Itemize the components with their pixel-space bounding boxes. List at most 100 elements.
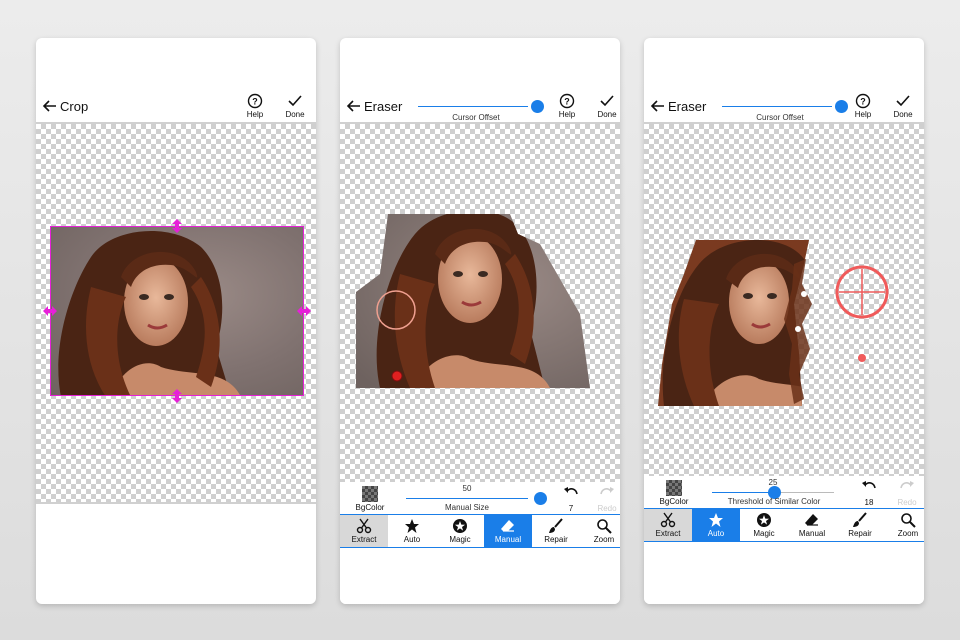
- help-icon: ?: [247, 93, 263, 109]
- eraser-icon: [805, 514, 818, 526]
- eraser-toolbar: Eraser Cursor Offset ? Help Done: [644, 90, 924, 124]
- crop-handle-left-icon[interactable]: [42, 303, 58, 319]
- target-cursor-dot[interactable]: [858, 354, 866, 362]
- undo-button[interactable]: 18: [854, 479, 884, 507]
- tool-magic[interactable]: Magic: [436, 515, 484, 547]
- tool-label: Manual: [494, 535, 522, 544]
- zoom-icon: [901, 513, 916, 528]
- crop-photo: [50, 226, 304, 396]
- portrait-image: [58, 231, 240, 395]
- done-label: Done: [285, 110, 305, 119]
- redo-label: Redo: [897, 498, 917, 507]
- tool-zoom[interactable]: Zoom: [580, 515, 620, 547]
- star-icon: [709, 513, 723, 527]
- eraser-cursor-dot[interactable]: [391, 370, 403, 382]
- threshold-slider[interactable]: 25 Threshold of Similar Color: [708, 478, 858, 506]
- tool-extract[interactable]: Extract: [340, 515, 388, 547]
- done-label: Done: [597, 110, 617, 119]
- slider-knob[interactable]: [531, 100, 544, 113]
- undo-icon: [564, 487, 578, 495]
- tool-label: Manual: [798, 529, 826, 538]
- magic-icon: [453, 519, 467, 533]
- help-label: Help: [558, 110, 576, 119]
- slider-track-rest: [772, 492, 834, 493]
- eraser-bottom-panel: BgColor 50 Manual Size 7 Redo Extract Au…: [340, 482, 620, 604]
- crop-toolbar: Crop ? Help Done: [36, 90, 316, 124]
- tool-bar: Extract Auto Magic Manual Repair Zoom: [644, 508, 924, 542]
- redo-button[interactable]: Redo: [892, 479, 922, 507]
- bgcolor-label: BgColor: [659, 497, 689, 506]
- back-arrow-icon[interactable]: [42, 98, 58, 114]
- undo-button[interactable]: 7: [556, 485, 586, 513]
- threshold-label: Threshold of Similar Color: [727, 497, 821, 506]
- slider-track: [722, 106, 832, 107]
- help-button[interactable]: ? Help: [240, 93, 270, 119]
- cursor-offset-slider[interactable]: Cursor Offset: [416, 94, 546, 122]
- tool-label: Auto: [403, 535, 421, 544]
- tool-zoom[interactable]: Zoom: [884, 509, 924, 541]
- help-button[interactable]: ? Help: [848, 93, 878, 119]
- crop-handle-top-icon[interactable]: [169, 218, 185, 234]
- checker-icon: [666, 480, 682, 496]
- bgcolor-button[interactable]: BgColor: [348, 486, 392, 512]
- tool-label: Auto: [707, 529, 725, 538]
- eraser-auto-screen: Eraser Cursor Offset ? Help Done BgColor…: [644, 38, 924, 604]
- slider-knob[interactable]: [835, 100, 848, 113]
- tool-label: Zoom: [593, 535, 615, 544]
- undo-count: 7: [568, 504, 574, 513]
- check-icon: [600, 95, 614, 107]
- tool-magic[interactable]: Magic: [740, 509, 788, 541]
- brush-icon: [853, 512, 867, 527]
- back-arrow-icon[interactable]: [346, 98, 362, 114]
- tool-bar: Extract Auto Magic Manual Repair Zoom: [340, 514, 620, 548]
- page-title: Crop: [60, 99, 89, 114]
- cursor-offset-label: Cursor Offset: [452, 113, 500, 122]
- eraser-toolbar: Eraser Cursor Offset ? Help Done: [340, 90, 620, 124]
- tool-label: Repair: [848, 529, 872, 538]
- tool-auto[interactable]: Auto: [692, 509, 740, 541]
- eraser-canvas[interactable]: [340, 124, 620, 482]
- crop-canvas[interactable]: [36, 124, 316, 502]
- manual-size-slider[interactable]: 50 Manual Size: [402, 484, 552, 512]
- scissors-icon: [660, 512, 676, 528]
- done-button[interactable]: Done: [888, 93, 918, 119]
- tool-manual[interactable]: Manual: [484, 515, 532, 547]
- tool-manual[interactable]: Manual: [788, 509, 836, 541]
- crop-handle-right-icon[interactable]: [296, 303, 312, 319]
- help-label: Help: [246, 110, 264, 119]
- tool-label: Extract: [655, 529, 681, 538]
- tool-label: Zoom: [897, 529, 919, 538]
- size-label: Manual Size: [444, 503, 490, 512]
- done-button[interactable]: Done: [280, 93, 310, 119]
- check-icon: [896, 95, 910, 107]
- tool-auto[interactable]: Auto: [388, 515, 436, 547]
- crop-handle-bottom-icon[interactable]: [169, 388, 185, 404]
- bgcolor-button[interactable]: BgColor: [652, 480, 696, 506]
- tool-repair[interactable]: Repair: [532, 515, 580, 547]
- help-button[interactable]: ? Help: [552, 93, 582, 119]
- target-crosshair: [839, 269, 885, 315]
- eraser-icon: [501, 520, 514, 532]
- size-value: 50: [462, 484, 472, 493]
- slider-knob[interactable]: [534, 492, 547, 505]
- done-button[interactable]: Done: [592, 93, 620, 119]
- tool-extract[interactable]: Extract: [644, 509, 692, 541]
- eraser-canvas[interactable]: [644, 124, 924, 476]
- brush-icon: [549, 518, 563, 533]
- svg-text:?: ?: [564, 97, 570, 107]
- tool-repair[interactable]: Repair: [836, 509, 884, 541]
- page-title: Eraser: [668, 99, 707, 114]
- tool-label: Repair: [544, 535, 568, 544]
- slider-track: [406, 498, 528, 499]
- check-icon: [288, 95, 302, 107]
- back-arrow-icon[interactable]: [650, 98, 666, 114]
- redo-button[interactable]: Redo: [592, 485, 620, 513]
- redo-icon: [900, 481, 914, 489]
- crop-screen: Crop ? Help Done: [36, 38, 316, 604]
- cursor-offset-slider[interactable]: Cursor Offset: [720, 94, 850, 122]
- scissors-icon: [356, 518, 372, 534]
- svg-text:?: ?: [860, 97, 866, 107]
- help-label: Help: [854, 110, 872, 119]
- checker-icon: [362, 486, 378, 502]
- magic-icon: [757, 513, 771, 527]
